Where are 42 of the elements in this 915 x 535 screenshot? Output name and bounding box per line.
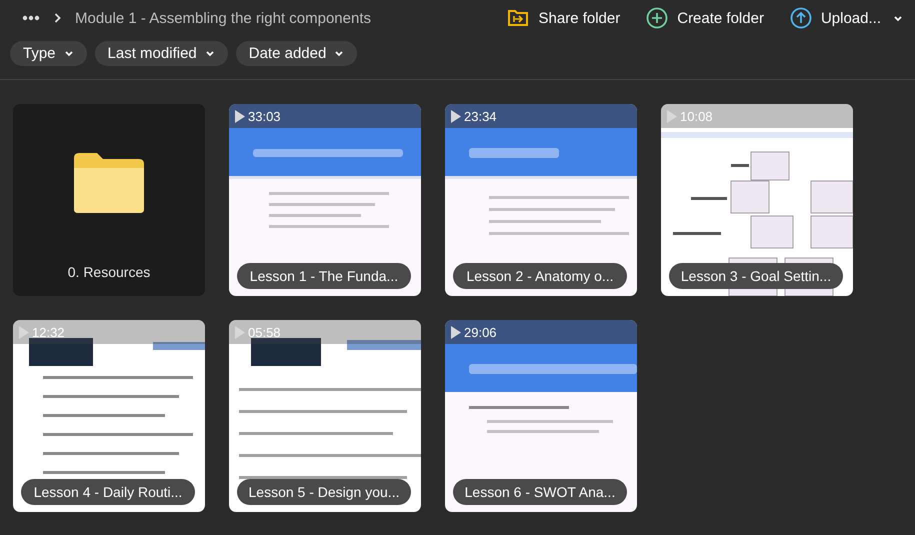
more-icon[interactable]	[22, 15, 40, 21]
video-title: Lesson 5 - Design you...	[248, 484, 400, 500]
video-tile[interactable]: 29:06 Lesson 6 - SWOT Ana...	[445, 320, 637, 512]
duration: 23:34	[464, 108, 497, 124]
play-icon	[667, 110, 677, 122]
video-title: Lesson 1 - The Funda...	[250, 268, 398, 284]
upload-icon	[790, 7, 812, 29]
toolbar-button[interactable]: Share folder	[508, 7, 620, 29]
toolbar-button[interactable]: Create folder	[646, 7, 764, 29]
caret-icon	[204, 49, 215, 58]
filter-dropdown[interactable]: Date added	[236, 41, 358, 66]
play-icon	[451, 110, 461, 122]
video-title: Lesson 6 - SWOT Ana...	[464, 484, 616, 500]
breadcrumb-item[interactable]: Module 1 - Assembling the right components	[75, 10, 371, 26]
video-tile[interactable]: 33:03 Lesson 1 - The Funda...	[229, 104, 421, 296]
folder-tile[interactable]: 0. Resources	[13, 104, 205, 296]
play-icon	[451, 326, 461, 338]
video-title: Lesson 4 - Daily Routi...	[34, 484, 182, 500]
video-tile[interactable]: 05:58 Lesson 5 - Design you...	[229, 320, 421, 512]
play-icon	[235, 110, 245, 122]
caret-icon	[64, 49, 74, 58]
video-tile[interactable]: 23:34 Lesson 2 - Anatomy o...	[445, 104, 637, 296]
plus-circle-icon	[646, 7, 668, 29]
video-tile[interactable]: 10:08 Lesson 3 - Goal Settin...	[661, 104, 853, 296]
video-title: Lesson 3 - Goal Settin...	[680, 268, 832, 284]
filter-dropdown[interactable]: Last modified	[94, 41, 228, 66]
share-folder-icon	[508, 7, 530, 29]
play-icon	[235, 326, 245, 338]
chevron-right-icon	[54, 13, 61, 23]
video-tile[interactable]: 12:32 Lesson 4 - Daily Routi...	[13, 320, 205, 512]
duration: 12:32	[32, 324, 65, 340]
caret-icon[interactable]	[893, 14, 903, 22]
duration: 33:03	[248, 108, 281, 124]
duration: 10:08	[680, 108, 713, 124]
duration: 29:06	[464, 324, 497, 340]
caret-icon	[334, 49, 344, 58]
video-title: Lesson 2 - Anatomy o...	[466, 268, 614, 284]
duration: 05:58	[248, 324, 281, 340]
play-icon	[19, 326, 29, 338]
toolbar-button[interactable]: Upload...	[790, 7, 881, 29]
folder-name: 0. Resources	[68, 264, 150, 280]
filter-dropdown[interactable]: Type	[10, 41, 87, 66]
